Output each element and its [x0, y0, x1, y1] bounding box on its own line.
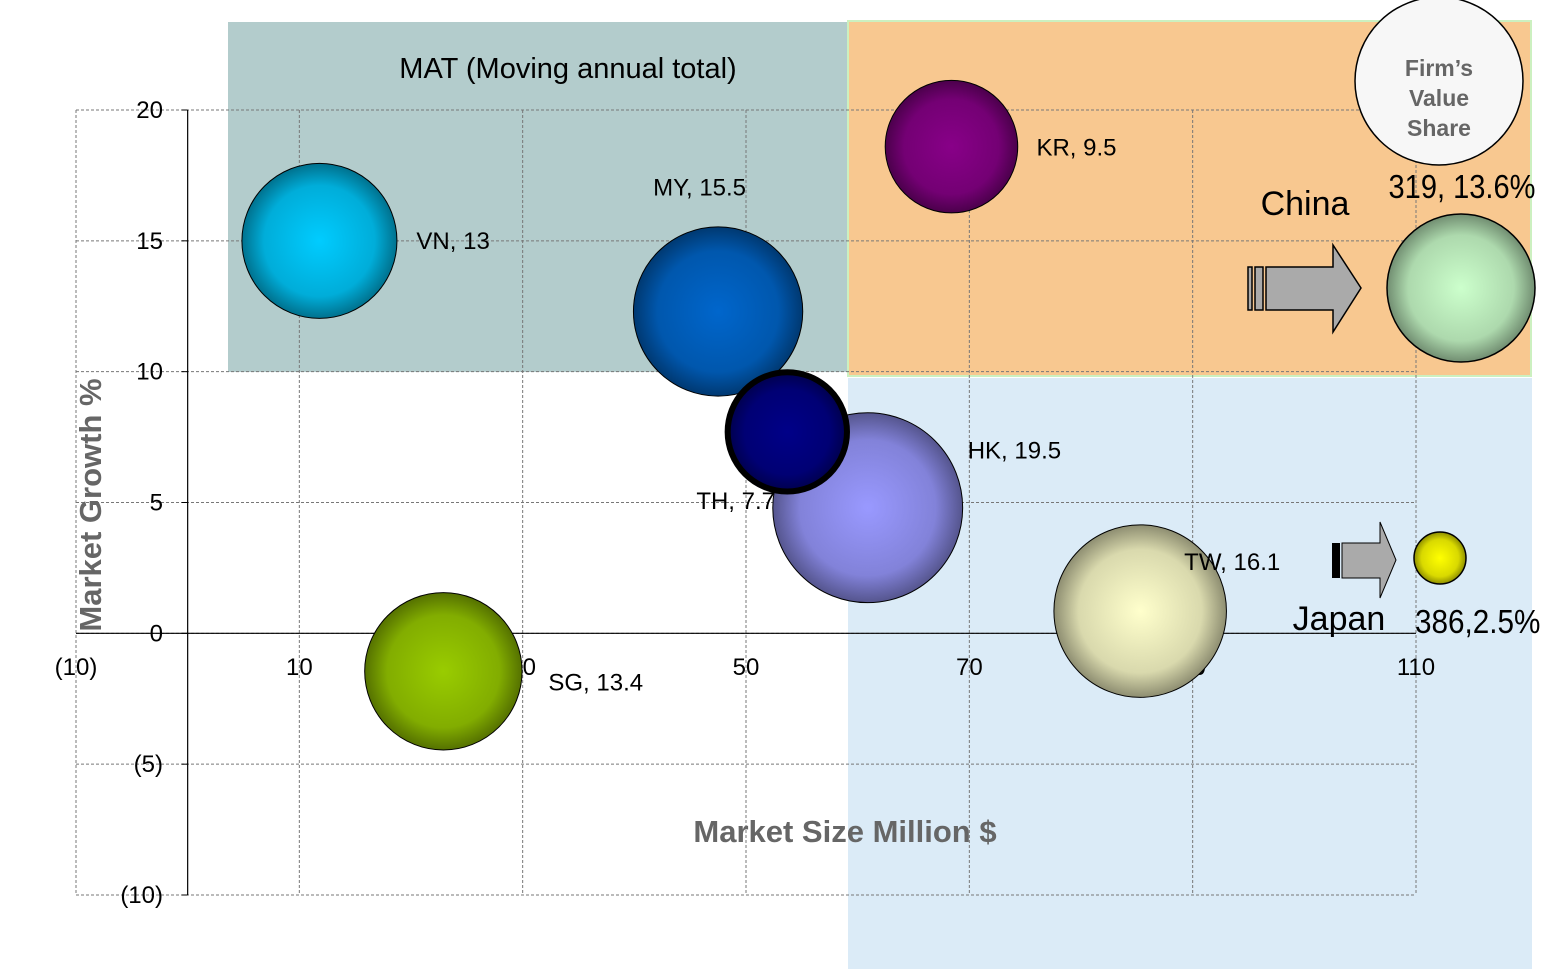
- y-tick-label: (10): [120, 882, 163, 909]
- x-tick-label: 70: [956, 654, 983, 681]
- china-bubble: [1386, 213, 1536, 363]
- x-tick-label: 10: [286, 654, 313, 681]
- bubble-label-tw: TW, 16.1: [1184, 549, 1280, 576]
- y-tick-label: 0: [150, 620, 163, 647]
- region-mat-label: MAT (Moving annual total): [399, 53, 736, 85]
- japan-name: Japan: [1293, 600, 1386, 638]
- legend: Firm’s Value Share: [1354, 0, 1524, 166]
- y-tick-label: 20: [136, 97, 163, 124]
- legend-line-3: Share: [1407, 115, 1471, 141]
- china-name: China: [1261, 185, 1350, 223]
- legend-line-1: Firm’s: [1405, 55, 1473, 81]
- bubble-kr: [884, 79, 1019, 214]
- x-axis-title: Market Size Million $: [693, 814, 996, 849]
- bubble-sg: [364, 592, 523, 751]
- japan-bubble: [1413, 531, 1467, 585]
- y-tick-label: 15: [136, 228, 163, 255]
- bubble-th: [724, 369, 850, 495]
- x-tick-label: (10): [55, 654, 98, 681]
- japan-value-label: 386,2.5%: [1415, 604, 1540, 641]
- bubble-label-hk: HK, 19.5: [968, 438, 1061, 465]
- bubble-label-sg: SG, 13.4: [548, 669, 643, 696]
- x-tick-label: 110: [1397, 654, 1435, 681]
- bubble-label-my: MY, 15.5: [653, 174, 746, 201]
- bubble-vn: [241, 162, 398, 319]
- y-tick-label: (5): [134, 751, 163, 778]
- y-tick-label: 5: [150, 490, 163, 517]
- china-value-label: 319, 13.6%: [1389, 168, 1536, 205]
- legend-line-2: Value: [1409, 85, 1469, 111]
- bubble-label-vn: VN, 13: [416, 228, 489, 255]
- x-tick-label: 50: [733, 654, 760, 681]
- y-axis-title: Market Growth %: [73, 378, 108, 631]
- bubble-label-kr: KR, 9.5: [1036, 135, 1116, 162]
- bubble-label-th: TH, 7.7: [696, 488, 775, 515]
- bubble-chart: MAT (Moving annual total) (10)1030507090…: [55, 0, 1540, 969]
- y-tick-label: 10: [136, 359, 163, 386]
